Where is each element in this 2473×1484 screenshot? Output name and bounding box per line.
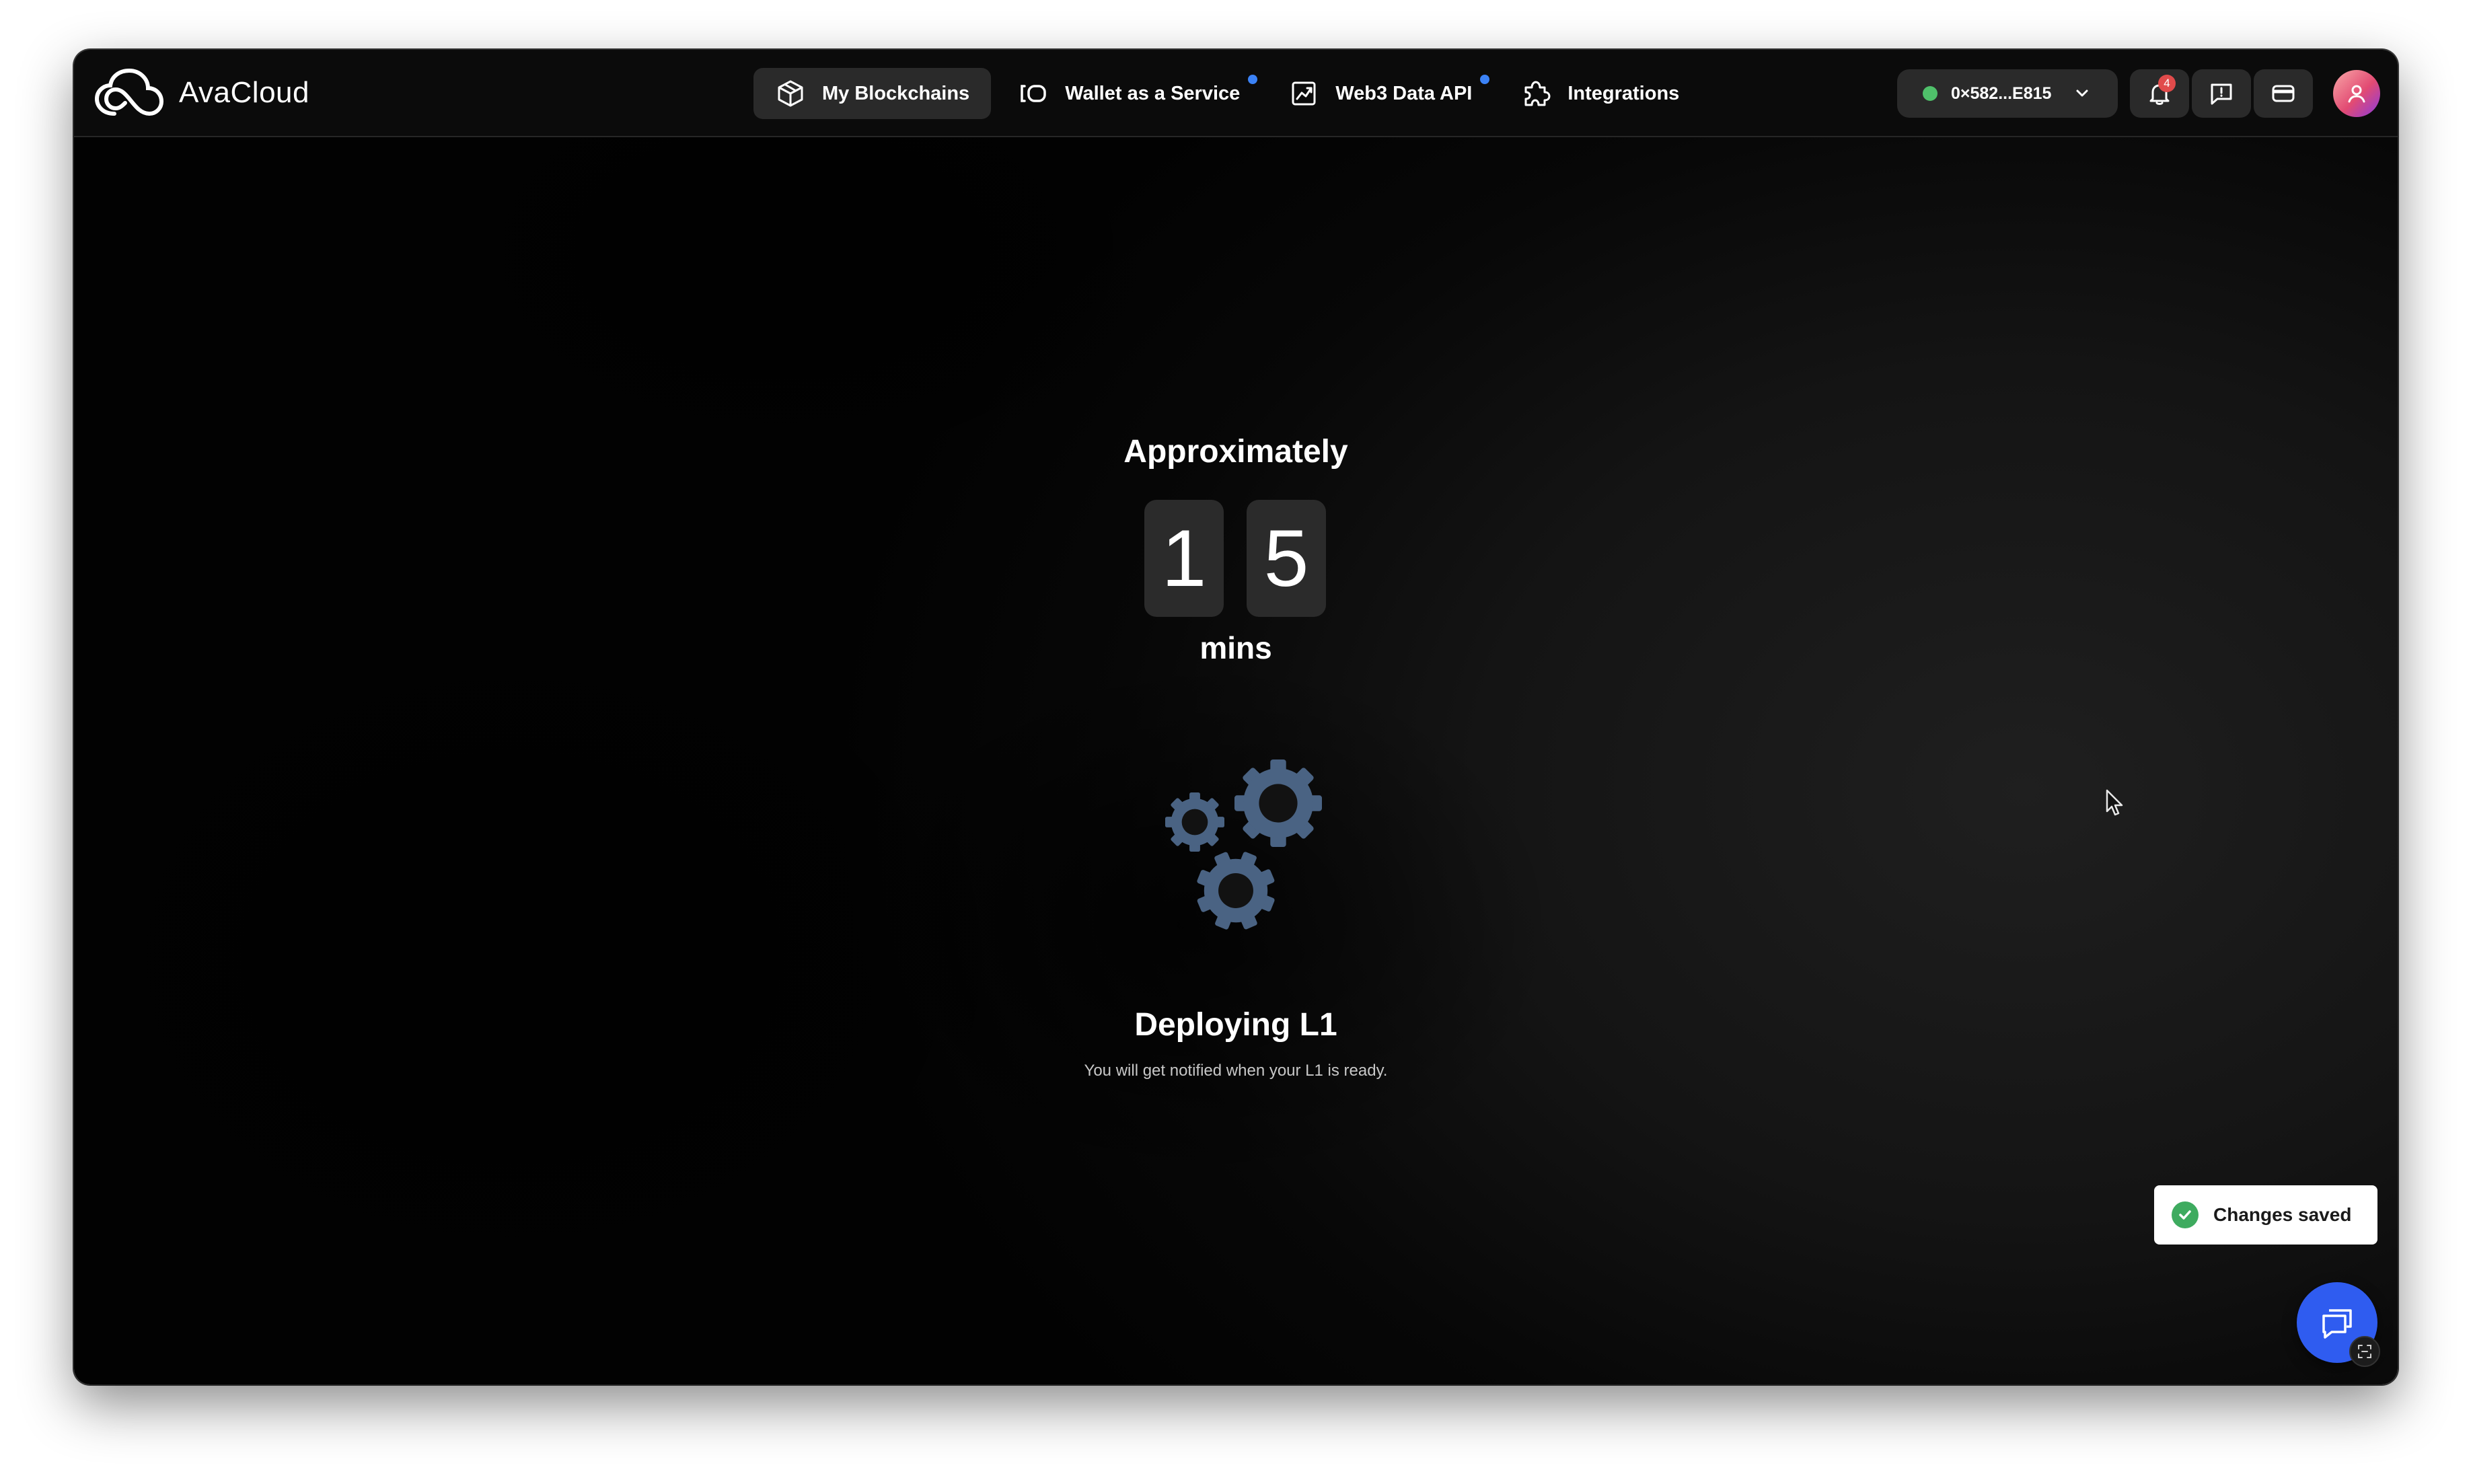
app-window: AvaCloud My Blockchains Wallet as a Serv… (74, 50, 2398, 1384)
avacloud-logo-icon (94, 68, 164, 116)
nav-label: My Blockchains (822, 82, 970, 104)
new-indicator-dot (1248, 75, 1258, 84)
user-avatar[interactable] (2333, 70, 2380, 117)
wallet-icon (1021, 85, 1046, 102)
scan-icon (2358, 1345, 2371, 1358)
eta-counter: 1 5 (1144, 500, 1326, 617)
chart-icon (1292, 81, 1316, 106)
connection-status-dot (1923, 86, 1937, 101)
changes-saved-toast: Changes saved (2154, 1185, 2377, 1245)
nav-my-blockchains[interactable]: My Blockchains (753, 68, 992, 119)
eta-digit: 1 (1144, 500, 1224, 617)
logo[interactable]: AvaCloud (94, 65, 309, 121)
nav-integrations[interactable]: Integrations (1499, 68, 1701, 119)
credit-card-icon (2272, 85, 2295, 102)
top-navbar: AvaCloud My Blockchains Wallet as a Serv… (74, 50, 2398, 137)
feedback-button[interactable] (2192, 69, 2251, 118)
notification-count-badge: 4 (2158, 75, 2176, 92)
chat-bubbles-icon (2322, 1309, 2352, 1339)
app-name: AvaCloud (179, 76, 309, 109)
notifications-button[interactable]: 4 (2130, 69, 2189, 118)
deploying-title: Deploying L1 (1134, 1007, 1337, 1043)
chevron-down-icon (2076, 89, 2088, 97)
puzzle-icon (1524, 81, 1551, 106)
check-circle-icon (2172, 1201, 2199, 1228)
billing-button[interactable] (2254, 69, 2313, 118)
user-icon (2348, 85, 2365, 103)
deploying-subtitle: You will get notified when your L1 is re… (1084, 1062, 1388, 1080)
cube-icon (778, 80, 803, 107)
eta-digit: 5 (1247, 500, 1326, 617)
eta-unit: mins (1199, 630, 1272, 665)
screenshot-capture-button[interactable] (2349, 1336, 2380, 1367)
nav-label: Web3 Data API (1335, 82, 1473, 104)
wallet-address: 0×582...E815 (1951, 83, 2052, 103)
nav-label: Wallet as a Service (1065, 82, 1241, 104)
wallet-selector[interactable]: 0×582...E815 (1897, 69, 2118, 118)
new-indicator-dot (1480, 75, 1490, 84)
main-nav: My Blockchains Wallet as a Service Web3 … (753, 68, 1701, 119)
nav-label: Integrations (1567, 82, 1680, 104)
nav-wallet-as-a-service[interactable]: Wallet as a Service (996, 68, 1261, 119)
message-alert-icon (2211, 83, 2232, 105)
nav-web3-data-api[interactable]: Web3 Data API (1267, 68, 1493, 119)
mouse-cursor-icon (2106, 789, 2123, 816)
approximately-label: Approximately (1123, 434, 1348, 470)
toast-message: Changes saved (2213, 1204, 2352, 1225)
gears-icon (1165, 759, 1322, 938)
